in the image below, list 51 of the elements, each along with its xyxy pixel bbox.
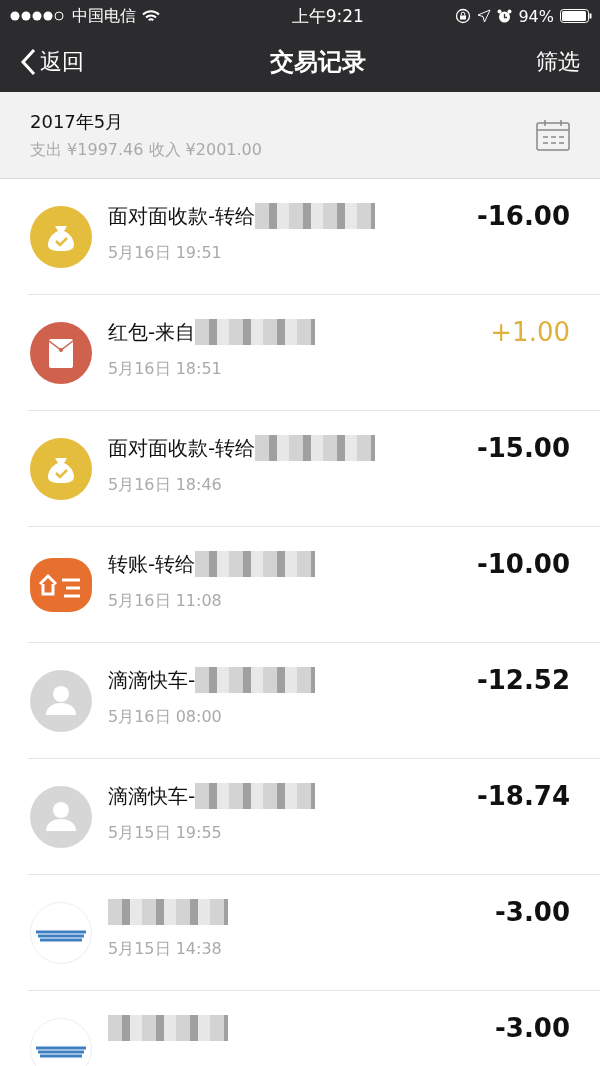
clock-time: 上午9:21: [291, 4, 364, 28]
transaction-time: 5月16日 08:00: [108, 707, 223, 728]
carrier-name: 中国电信: [72, 5, 136, 27]
transaction-title: 红包-来自: [108, 318, 196, 346]
location-arrow-icon: [477, 9, 492, 23]
transaction-amount: -18.74: [476, 781, 570, 811]
transaction-amount: +1.00: [490, 317, 570, 347]
filter-button[interactable]: 筛选: [536, 47, 580, 77]
transaction-time: 5月16日 18:51: [108, 359, 223, 380]
wifi-icon: [142, 9, 160, 23]
monthly-totals: 支出 ¥1997.46 收入 ¥2001.00: [30, 139, 262, 161]
transaction-row[interactable]: 滴滴快车- 5月15日 19:55 -18.74: [28, 759, 600, 875]
transaction-row[interactable]: 面对面收款-转给 5月16日 18:46 -15.00: [28, 411, 600, 527]
alarm-icon: [497, 8, 513, 24]
signal-icon: [10, 11, 66, 21]
user-silhouette-icon: [30, 670, 92, 732]
company-logo-icon: [30, 902, 92, 964]
transaction-amount: -15.00: [476, 433, 570, 463]
transaction-row[interactable]: 滴滴快车- 5月16日 08:00 -12.52: [28, 643, 600, 759]
money-bag-icon: [30, 438, 92, 500]
transaction-time: 5月15日 14:38: [108, 939, 223, 960]
transaction-row[interactable]: 面对面收款-转给 5月16日 19:51 -16.00: [28, 179, 600, 295]
transaction-time: 5月16日 19:51: [108, 243, 223, 264]
transaction-title: 转账-转给: [108, 550, 196, 578]
back-button[interactable]: 返回: [20, 47, 84, 77]
transaction-amount: -3.00: [495, 897, 570, 927]
transaction-time: 5月16日 18:46: [108, 475, 223, 496]
user-silhouette-icon: [30, 786, 92, 848]
transaction-row[interactable]: 红包-来自 5月16日 18:51 +1.00: [28, 295, 600, 411]
page-title: 交易记录: [270, 47, 366, 78]
transaction-title: 面对面收款-转给: [108, 202, 256, 230]
chevron-left-icon: [20, 48, 36, 76]
calendar-icon[interactable]: [536, 119, 570, 151]
money-bag-icon: [30, 206, 92, 268]
transaction-row[interactable]: -3.00: [28, 991, 600, 1066]
transaction-title: 滴滴快车-: [108, 666, 196, 694]
transaction-row[interactable]: 5月15日 14:38 -3.00: [28, 875, 600, 991]
transaction-title: 滴滴快车-: [108, 782, 196, 810]
transaction-amount: -3.00: [495, 1013, 570, 1043]
transaction-row[interactable]: 转账-转给 5月16日 11:08 -10.00: [28, 527, 600, 643]
transaction-time: 5月15日 19:55: [108, 823, 223, 844]
transaction-title: 面对面收款-转给: [108, 434, 256, 462]
transaction-amount: -10.00: [476, 549, 570, 579]
envelope-icon: [30, 322, 92, 384]
battery-icon: [560, 9, 592, 23]
month-label: 2017年5月: [30, 109, 125, 134]
transaction-amount: -16.00: [476, 201, 570, 231]
transaction-time: 5月16日 11:08: [108, 591, 223, 612]
battery-percent: 94%: [518, 6, 554, 26]
transaction-amount: -12.52: [476, 665, 570, 695]
rotation-lock-icon: [455, 8, 472, 24]
